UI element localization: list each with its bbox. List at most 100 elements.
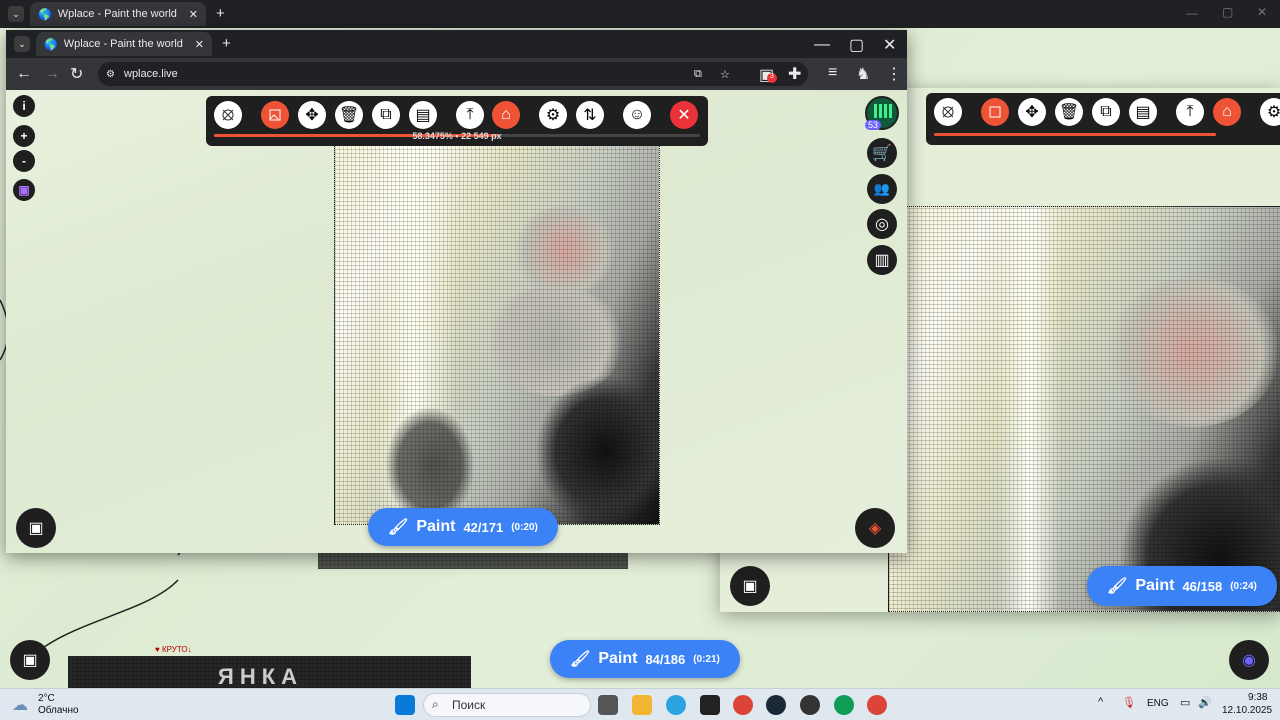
progress-text: 58.3475% • 22 549 px [206, 131, 708, 141]
menu-icon[interactable]: ⋮ [886, 64, 902, 84]
clock-date[interactable]: 12.10.2025 [1222, 705, 1272, 716]
close-icon[interactable]: ✕ [670, 101, 698, 129]
zoom-out-button[interactable]: - [13, 150, 35, 172]
search-eye-icon[interactable]: ◎ [867, 209, 897, 239]
tab-list-chevron-icon[interactable]: ⌄ [8, 6, 24, 22]
zoom-in-button[interactable]: + [13, 125, 35, 147]
weather-text[interactable]: Облачно [38, 705, 79, 716]
media-icon[interactable]: ≡ [828, 64, 837, 82]
taskbar-search[interactable]: ⌕ Поиск [423, 693, 591, 717]
task-view-icon[interactable] [598, 695, 618, 715]
sign-big-text: ЯНКА [218, 664, 304, 689]
orbit-icon[interactable] [934, 98, 962, 126]
map-canvas[interactable]: i + - ▣ 53 🛒 👥 ◎ ▥ ▣ ◈ 🖌 Paint 42/171 (0… [6, 90, 907, 553]
image-icon[interactable] [981, 98, 1009, 126]
gear-icon[interactable]: ⚙ [1260, 98, 1280, 126]
chrome-icon[interactable] [733, 695, 753, 715]
avatar-level-badge: 53 [865, 120, 882, 130]
bot-icon[interactable]: ⌂ [492, 101, 520, 129]
app-icon[interactable] [700, 695, 720, 715]
group-icon[interactable]: 👥 [867, 174, 897, 204]
cart-icon[interactable]: 🛒 [867, 138, 897, 168]
new-tab-button[interactable]: + [222, 35, 231, 52]
url-field[interactable]: ⚙ wplace.live ⧉ ☆ [98, 62, 808, 86]
clock-time[interactable]: 9:38 [1248, 692, 1267, 703]
palette-toggle-button[interactable]: ▣ [10, 640, 50, 680]
network-icon[interactable]: ▭ [1180, 696, 1190, 709]
palette-toggle-button[interactable]: ▣ [16, 508, 56, 548]
back-arrow-icon[interactable]: ← [16, 65, 32, 83]
volume-icon[interactable]: 🔊 [1198, 696, 1212, 709]
forward-arrow-icon[interactable]: → [44, 65, 60, 83]
tab-list-chevron-icon[interactable]: ⌄ [14, 36, 30, 52]
second-pixel-art-canvas[interactable] [888, 206, 1280, 612]
close-icon[interactable]: ✕ [189, 8, 198, 21]
sort-icon[interactable]: ⇅ [576, 101, 604, 129]
move-icon[interactable]: ✥ [298, 101, 326, 129]
search-placeholder: Поиск [452, 698, 486, 712]
profile-icon[interactable]: ♞ [856, 64, 870, 84]
trash-icon[interactable]: 🗑 [335, 101, 363, 129]
minimize-icon[interactable]: — [814, 36, 830, 54]
cloud-icon: ☁ [12, 697, 28, 714]
windows-start-icon[interactable] [395, 695, 415, 715]
back-tab[interactable]: 🌎 Wplace - Paint the world ✕ [30, 2, 206, 26]
site-info-icon[interactable]: ⚙ [106, 69, 115, 80]
front-tab-title: Wplace - Paint the world [63, 38, 183, 50]
paint-label: Paint [598, 650, 638, 667]
openai-icon[interactable] [800, 695, 820, 715]
image-upload-icon[interactable] [261, 101, 289, 129]
paint-button[interactable]: 🖌 Paint 42/171 (0:20) [368, 508, 558, 546]
bot-icon[interactable]: ⌂ [1213, 98, 1241, 126]
star-icon[interactable]: ☆ [720, 68, 730, 81]
maximize-icon[interactable]: ▢ [1222, 5, 1233, 19]
telegram-icon[interactable] [666, 695, 686, 715]
upload-icon[interactable]: ⤒ [456, 101, 484, 129]
globe-icon: 🌎 [44, 38, 58, 51]
language-indicator[interactable]: ENG [1147, 698, 1169, 709]
avatar[interactable]: 53 [865, 96, 899, 130]
paint-label: Paint [1135, 577, 1175, 594]
location-icon[interactable]: ◉ [1229, 640, 1269, 680]
gear-icon[interactable]: ⚙ [539, 101, 567, 129]
paint-count: 46/158 [1182, 578, 1223, 594]
minimize-icon[interactable]: — [1186, 6, 1198, 20]
pixel-art-canvas[interactable] [334, 145, 660, 525]
steam-icon[interactable] [766, 695, 786, 715]
close-icon[interactable]: ✕ [195, 38, 204, 51]
crop-icon[interactable]: ⧉ [1092, 98, 1120, 126]
move-icon[interactable]: ✥ [1018, 98, 1046, 126]
tray-chevron-icon[interactable]: ^ [1098, 696, 1103, 708]
cast-icon[interactable]: ⧉ [694, 68, 702, 81]
reload-icon[interactable]: ↻ [70, 64, 83, 84]
doc-icon[interactable]: ▤ [409, 101, 437, 129]
crop-icon[interactable]: ⧉ [372, 101, 400, 129]
leaderboard-icon[interactable]: ▥ [867, 245, 897, 275]
weather-temp[interactable]: 2°C [38, 693, 55, 704]
trash-icon[interactable]: 🗑 [1055, 98, 1083, 126]
third-paint-button[interactable]: 🖌 Paint 84/186 (0:21) [550, 640, 740, 678]
front-tab[interactable]: 🌎 Wplace - Paint the world ✕ [36, 32, 212, 56]
chrome-active-icon[interactable] [867, 695, 887, 715]
discord-icon[interactable]: ☺ [623, 101, 651, 129]
close-window-icon[interactable]: ✕ [1257, 5, 1267, 19]
info-button[interactable]: i [13, 95, 35, 117]
location-icon[interactable]: ◈ [855, 508, 895, 548]
palette-toggle-button[interactable]: ▣ [730, 566, 770, 606]
progress-pixels: 22 549 px [461, 131, 502, 141]
taskbar: ☁ 2°C Облачно ⌕ Поиск ^ 🎙 ENG ▭ 🔊 9:38 1… [0, 688, 1280, 720]
front-browser-window: ⌄ 🌎 Wplace - Paint the world ✕ + — ▢ ✕ ←… [6, 30, 907, 553]
second-paint-button[interactable]: 🖌 Paint 46/158 (0:24) [1087, 566, 1277, 606]
brush-icon: 🖌 [1107, 578, 1128, 595]
file-explorer-icon[interactable] [632, 695, 652, 715]
maximize-icon[interactable]: ▢ [849, 35, 864, 55]
new-tab-button[interactable]: + [216, 5, 225, 22]
close-window-icon[interactable]: ✕ [883, 35, 896, 55]
upload-icon[interactable]: ⤒ [1176, 98, 1204, 126]
doc-icon[interactable]: ▤ [1129, 98, 1157, 126]
orbit-icon[interactable] [214, 101, 242, 129]
puzzle-icon[interactable]: ✚ [788, 64, 801, 84]
mic-icon[interactable]: 🎙 [1122, 696, 1136, 709]
twitch-icon[interactable]: ▣ [13, 179, 35, 201]
chrome-profile-icon[interactable] [834, 695, 854, 715]
